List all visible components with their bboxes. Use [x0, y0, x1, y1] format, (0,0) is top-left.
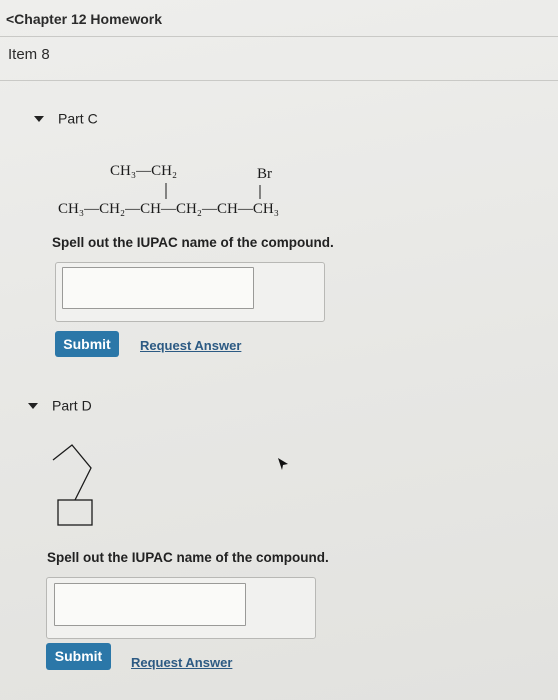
part-d-request-answer-link[interactable]: Request Answer	[131, 655, 232, 670]
part-d-prompt: Spell out the IUPAC name of the compound…	[47, 550, 329, 565]
part-c-request-answer-link[interactable]: Request Answer	[140, 338, 241, 353]
cyclobutyl-ethyl-structure	[52, 444, 93, 526]
caret-down-icon	[28, 402, 38, 409]
mouse-pointer-icon	[278, 458, 288, 470]
part-d-toggle[interactable]: Part D	[28, 397, 92, 414]
part-d-submit-button[interactable]: Submit	[46, 643, 111, 670]
part-d-label: Part D	[52, 397, 92, 414]
part-c-submit-button[interactable]: Submit	[55, 331, 119, 357]
part-c-prompt: Spell out the IUPAC name of the compound…	[52, 235, 334, 250]
part-c-answer-input[interactable]	[62, 267, 254, 309]
part-d-answer-input[interactable]	[54, 583, 246, 626]
formula-main-chain: CH₃—CH₂—CH—CH₂—CH—CH₃	[58, 201, 279, 217]
